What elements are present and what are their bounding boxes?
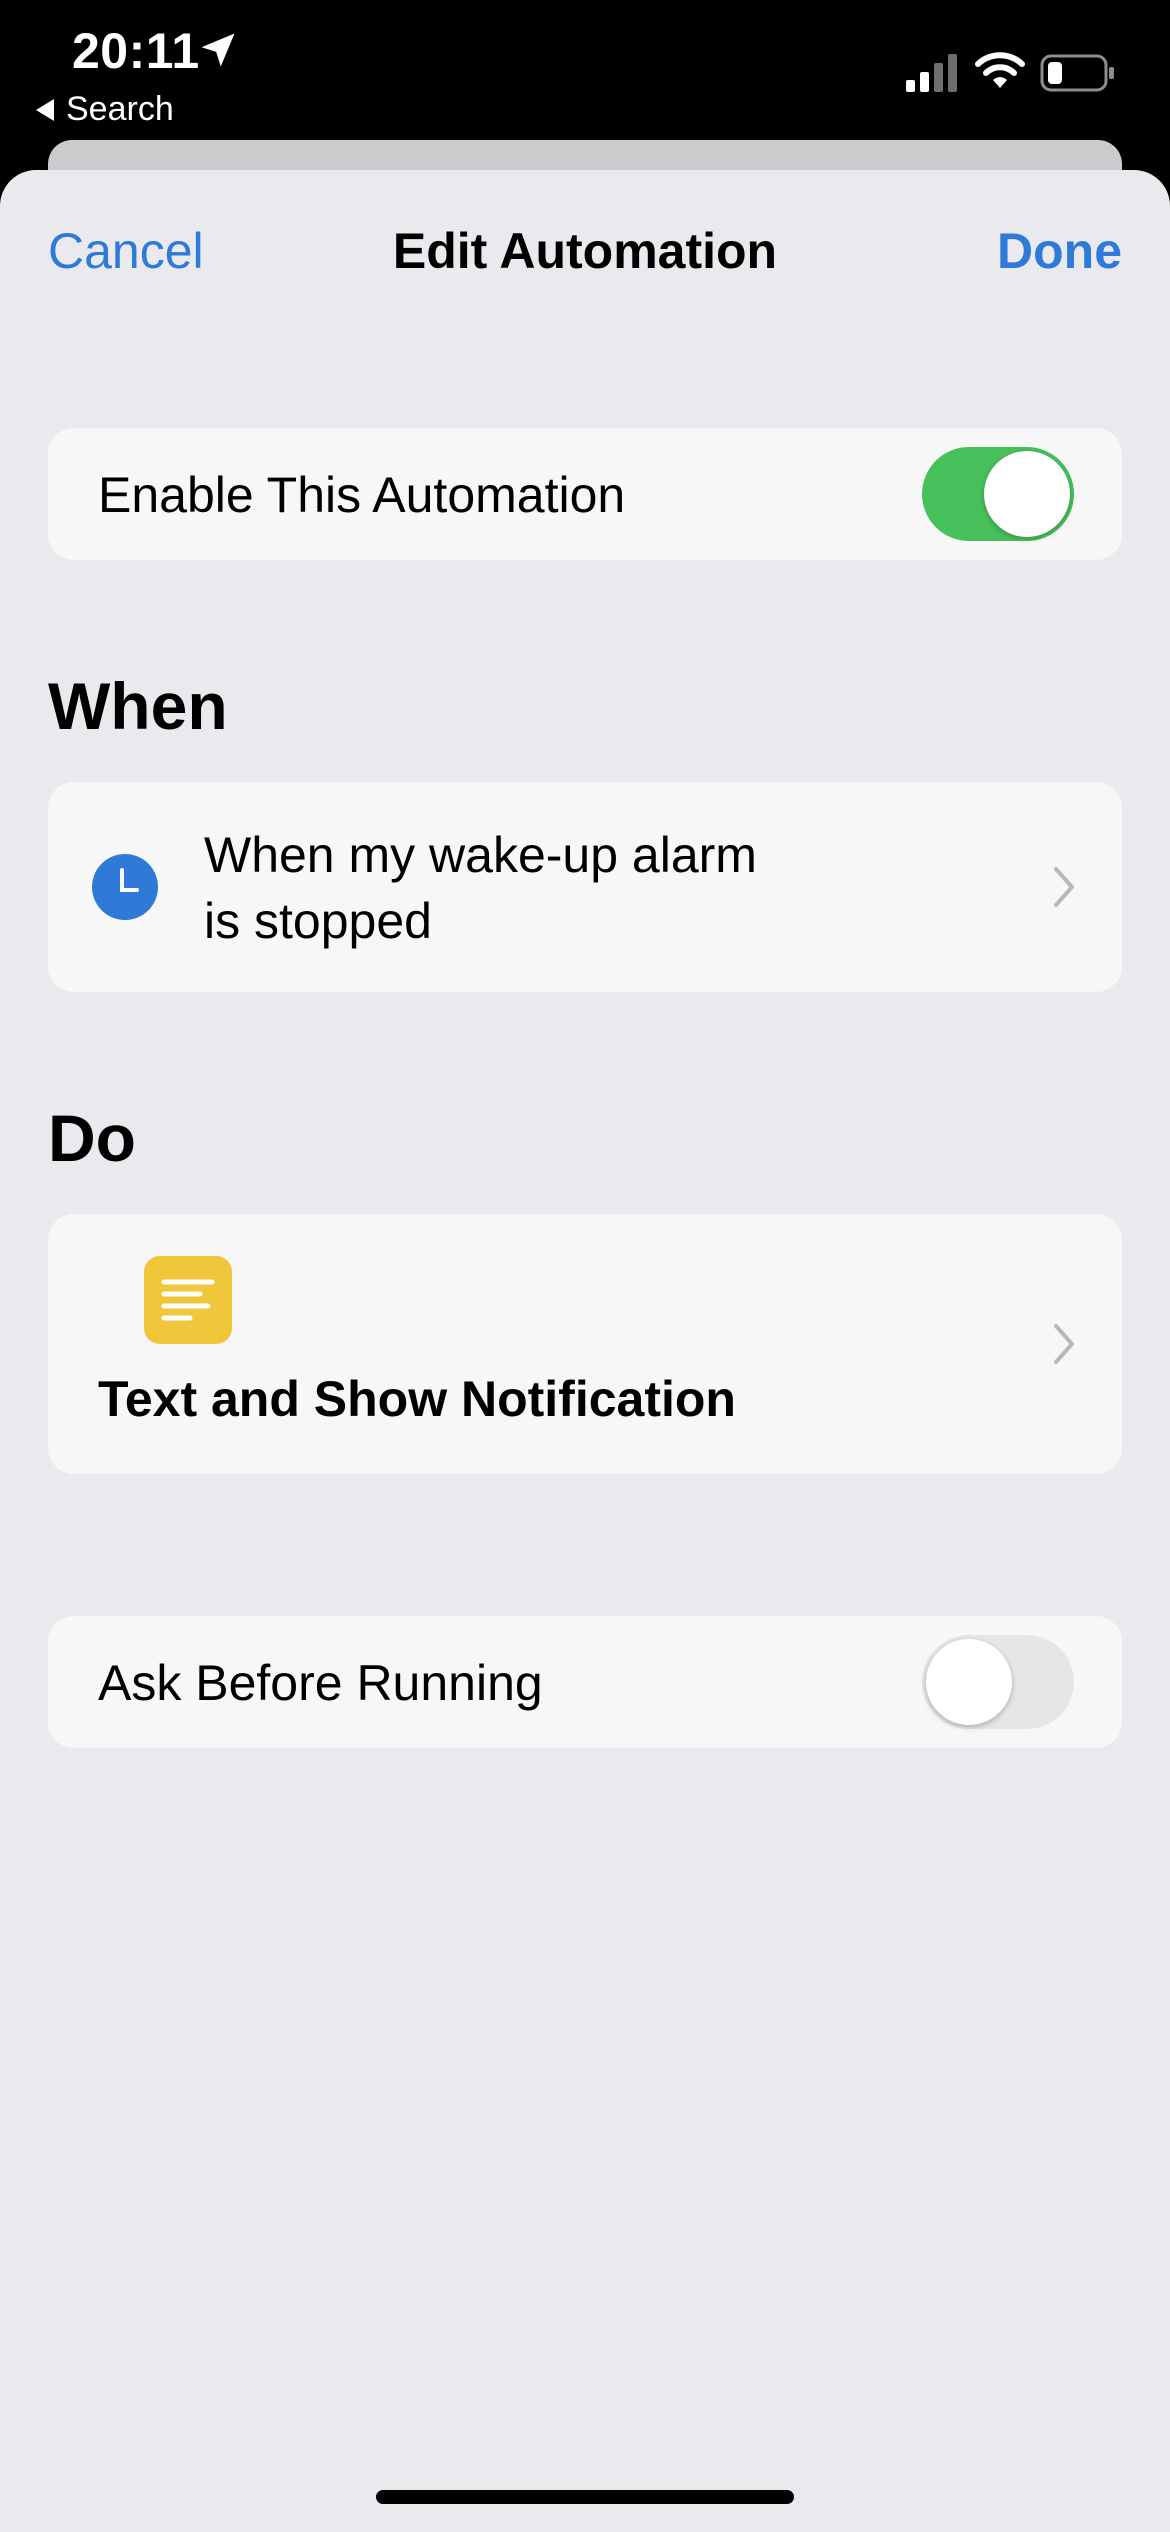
when-trigger-text: When my wake-up alarm is stopped <box>204 822 757 954</box>
do-section-header: Do <box>48 1101 136 1175</box>
clock-icon <box>92 854 158 920</box>
home-indicator[interactable] <box>376 2490 794 2504</box>
ask-before-running-toggle[interactable] <box>922 1635 1074 1729</box>
battery-icon <box>1040 54 1114 92</box>
notes-lines-icon <box>161 1279 215 1321</box>
status-time: 20:11 <box>72 23 200 79</box>
when-trigger-row[interactable]: When my wake-up alarm is stopped <box>48 782 1122 992</box>
status-bar: 20:11 Search <box>0 0 1170 150</box>
notes-icon <box>144 1256 232 1344</box>
back-label: Search <box>66 90 174 128</box>
do-action-label: Text and Show Notification <box>98 1371 736 1427</box>
enable-automation-row: Enable This Automation <box>48 428 1122 560</box>
do-action-row[interactable]: Text and Show Notification <box>48 1214 1122 1474</box>
enable-automation-label: Enable This Automation <box>98 467 626 523</box>
cellular-signal-icon <box>906 54 957 92</box>
when-section-header: When <box>48 669 228 743</box>
toggle-knob <box>984 451 1070 537</box>
when-trigger-line-2: is stopped <box>204 893 432 949</box>
toggle-knob <box>926 1639 1012 1725</box>
ask-before-running-label: Ask Before Running <box>98 1655 543 1711</box>
ask-before-running-row: Ask Before Running <box>48 1616 1122 1748</box>
wifi-icon <box>975 52 1025 88</box>
done-button[interactable]: Done <box>997 222 1122 280</box>
when-trigger-line-1: When my wake-up alarm <box>204 827 757 883</box>
chevron-right-icon <box>1054 867 1074 907</box>
back-to-search-link[interactable]: Search <box>36 90 174 129</box>
back-triangle-icon <box>36 98 54 121</box>
location-arrow-icon <box>201 33 235 67</box>
enable-automation-toggle[interactable] <box>922 447 1074 541</box>
chevron-right-icon <box>1054 1324 1074 1364</box>
cancel-button[interactable]: Cancel <box>48 222 204 280</box>
